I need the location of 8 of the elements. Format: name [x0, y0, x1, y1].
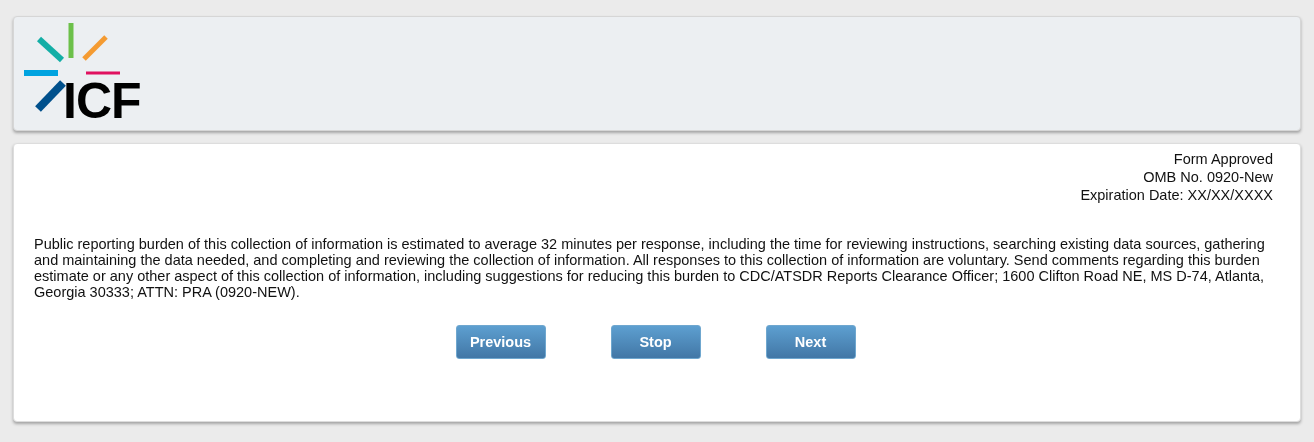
- nav-button[interactable]: Previous: [455, 325, 546, 359]
- approval-line: Expiration Date: XX/XX/XXXX: [1080, 186, 1273, 204]
- approval-line: Form Approved: [1173, 150, 1273, 168]
- burden-statement: Public reporting burden of this collection of information is estimated to average 32 minutes per response, including the time for reviewing instructions, searching existing data sources, gathering and maintaining the data needed, and completing and reviewing the collection of information. All responses to this collection of information are voluntary. Send comments regarding this burden estimate or any other aspect of this collection of information, including suggestions for reducing this burden to CDC/ATSDR Reports Clearance Officer; 1600 Clifton Road NE, MS D-74, Atlanta, Georgia 30333; ATTN: PRA (0920-NEW).: [34, 236, 1266, 300]
- approval-line: OMB No. 0920-New: [1143, 168, 1273, 186]
- nav-button[interactable]: Next: [765, 325, 856, 359]
- nav-button[interactable]: Stop: [610, 325, 701, 359]
- logo-text: ICF: [63, 77, 141, 125]
